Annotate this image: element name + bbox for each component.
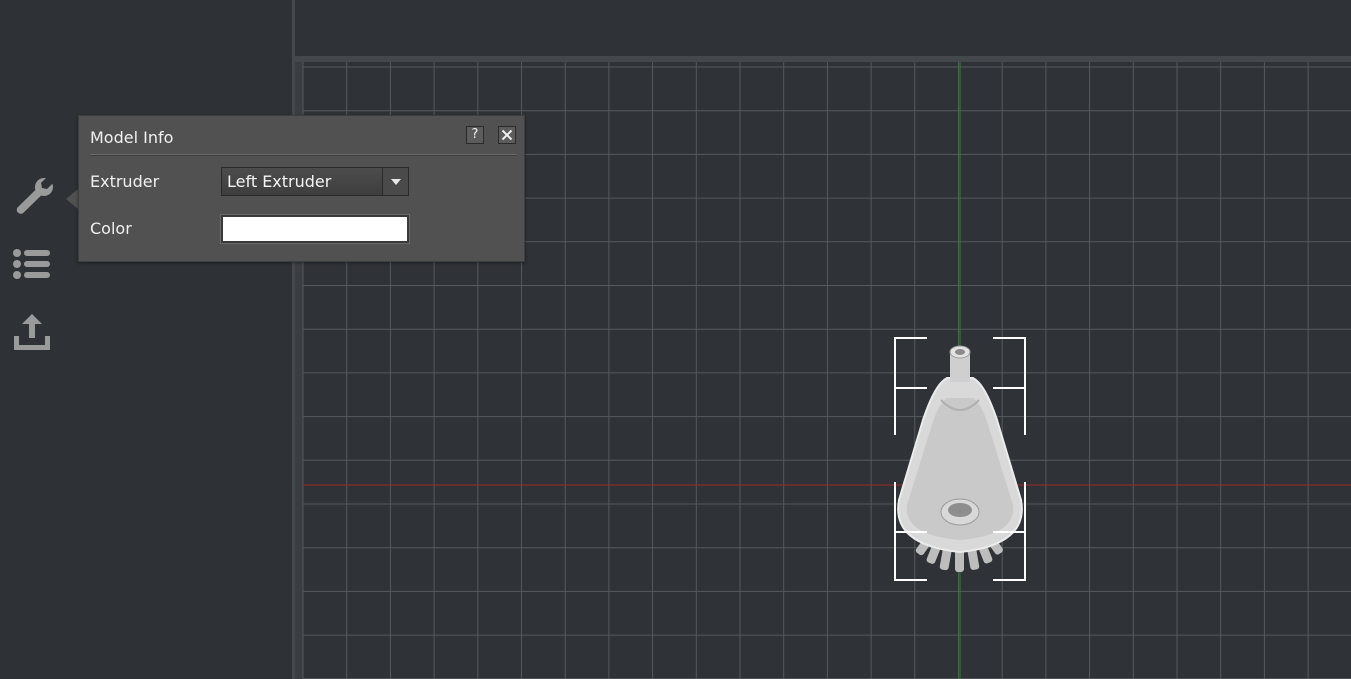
- wrench-icon: [16, 177, 53, 214]
- build-plate-viewport[interactable]: [295, 0, 1351, 679]
- extruder-select[interactable]: Left Extruder: [221, 167, 409, 196]
- gear-model[interactable]: [897, 345, 1023, 572]
- build-plate-grid: [295, 56, 1351, 679]
- color-picker[interactable]: [220, 214, 410, 244]
- extruder-select-value: Left Extruder: [227, 172, 332, 191]
- export-icon: [14, 314, 50, 350]
- panel-pointer: [66, 189, 78, 209]
- panel-title: Model Info: [90, 128, 174, 147]
- sidebar: [0, 0, 292, 679]
- object-list-button[interactable]: [8, 240, 56, 288]
- extruder-label: Extruder: [90, 172, 160, 191]
- close-button[interactable]: [498, 126, 516, 144]
- export-button[interactable]: [8, 308, 56, 356]
- app-window: Model Info ? Extruder Left Extruder Colo…: [0, 0, 1351, 679]
- wrench-button[interactable]: [8, 172, 56, 220]
- chevron-down-icon[interactable]: [382, 168, 408, 195]
- panel-divider: [90, 154, 517, 156]
- color-label: Color: [90, 219, 132, 238]
- help-button[interactable]: ?: [466, 126, 484, 144]
- list-icon: [13, 249, 50, 279]
- model-info-panel: Model Info ? Extruder Left Extruder Colo…: [78, 115, 525, 262]
- close-icon: [501, 129, 513, 141]
